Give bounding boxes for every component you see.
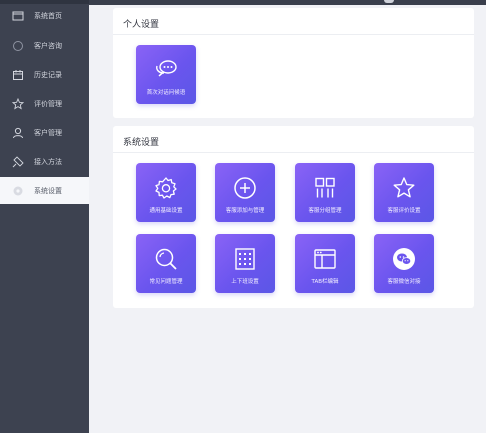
tile-work-hours[interactable]: 上下班设置	[215, 234, 275, 293]
link-icon	[11, 155, 25, 169]
sidebar: 系统首页 客户咨询 历史记录 评价管理 客户管理 接入方法 系统设置	[0, 0, 89, 433]
header-strip	[89, 0, 486, 5]
tile-wechat-link[interactable]: 客服微信对接	[374, 234, 434, 293]
calendar-icon	[11, 68, 25, 82]
chat-bubble-icon	[11, 39, 25, 53]
section-title: 个人设置	[123, 20, 160, 30]
system-settings-card: 系统设置 通用基础设置 客服添加与管理 客服分组管理 客服评价设置 常见问题管理…	[113, 126, 474, 308]
tile-general-settings[interactable]: 通用基础设置	[136, 163, 196, 222]
sidebar-item-integration[interactable]: 接入方法	[0, 148, 89, 175]
tile-tab-edit[interactable]: TAB栏编辑	[295, 234, 355, 293]
divider	[113, 152, 474, 153]
grid-columns-icon	[295, 175, 355, 201]
tile-agent-manage[interactable]: 客服添加与管理	[215, 163, 275, 222]
star-icon	[11, 97, 25, 111]
user-icon	[11, 126, 25, 140]
settings-icon	[11, 184, 25, 198]
sidebar-item-label: 客户咨询	[34, 41, 62, 50]
section-title: 系统设置	[123, 138, 160, 148]
sidebar-item-home[interactable]: 系统首页	[0, 2, 89, 29]
browser-window-icon	[295, 246, 355, 272]
plus-circle-icon	[215, 175, 275, 201]
wechat-icon	[374, 246, 434, 272]
tile-label: 客服分组管理	[308, 208, 342, 214]
sidebar-item-history[interactable]: 历史记录	[0, 61, 89, 88]
tile-label: 常见问题管理	[149, 279, 183, 285]
tile-agent-rating[interactable]: 客服评价设置	[374, 163, 434, 222]
window-icon	[11, 9, 25, 23]
tile-label: 客服添加与管理	[225, 208, 265, 214]
tile-label: 客服评价设置	[387, 208, 421, 214]
tile-label: 上下班设置	[231, 279, 259, 285]
sidebar-item-label: 评价管理	[34, 99, 62, 108]
divider	[113, 34, 474, 35]
sidebar-item-settings[interactable]: 系统设置	[0, 177, 89, 204]
tile-label: 客服微信对接	[387, 279, 421, 285]
tile-label: 通用基础设置	[149, 208, 183, 214]
chat-bubbles-icon	[136, 57, 196, 83]
sidebar-item-label: 系统设置	[34, 186, 62, 195]
tile-greeting[interactable]: 首次对话问候语	[136, 45, 196, 104]
tile-label: TAB栏编辑	[311, 279, 339, 285]
avatar[interactable]	[384, 0, 394, 3]
sidebar-item-label: 接入方法	[34, 157, 62, 166]
star-icon	[374, 175, 434, 201]
sidebar-item-label: 客户管理	[34, 128, 62, 137]
tile-faq-manage[interactable]: 常见问题管理	[136, 234, 196, 293]
calendar-grid-icon	[215, 246, 275, 272]
sidebar-item-label: 历史记录	[34, 70, 62, 79]
gear-icon	[136, 175, 196, 201]
personal-settings-card: 个人设置 首次对话问候语	[113, 8, 474, 118]
sidebar-item-label: 系统首页	[34, 11, 62, 20]
tile-agent-groups[interactable]: 客服分组管理	[295, 163, 355, 222]
magnifier-icon	[136, 246, 196, 272]
tile-label: 首次对话问候语	[146, 90, 186, 96]
sidebar-item-customers[interactable]: 客户管理	[0, 119, 89, 146]
sidebar-item-reviews[interactable]: 评价管理	[0, 90, 89, 117]
sidebar-item-consult[interactable]: 客户咨询	[0, 32, 89, 59]
